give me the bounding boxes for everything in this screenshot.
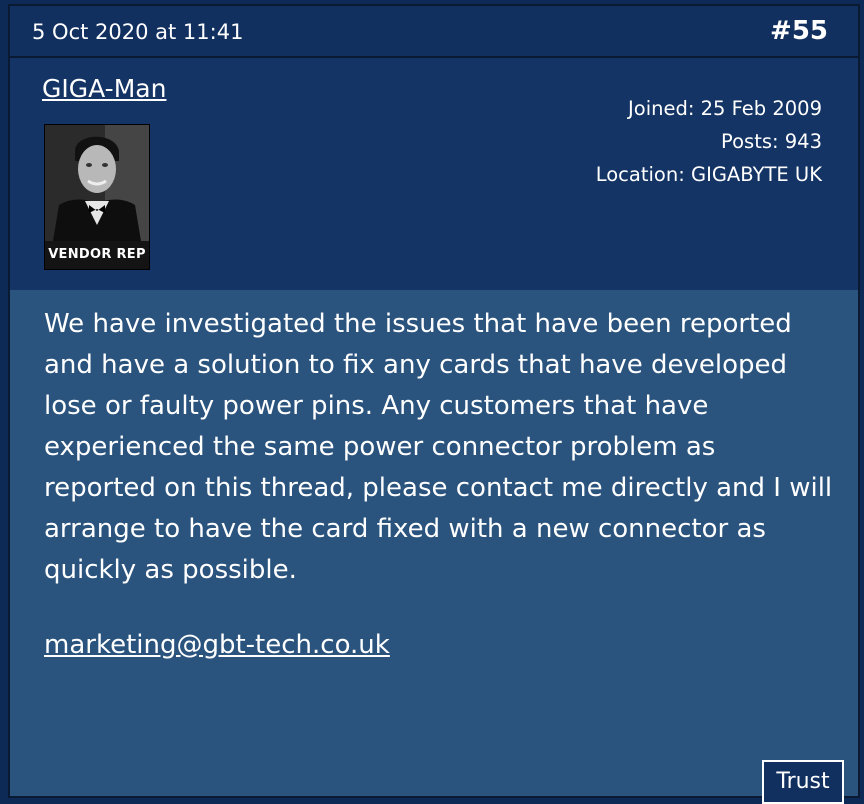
- author-joined: Joined: 25 Feb 2009: [628, 97, 822, 120]
- avatar-photo: [45, 125, 149, 241]
- vendor-rep-badge: VENDOR REP: [45, 241, 149, 269]
- post-date: 5 Oct 2020 at 11:41: [32, 20, 244, 44]
- post-message: We have investigated the issues that hav…: [44, 309, 833, 585]
- email-link[interactable]: marketing@gbt-tech.co.uk: [44, 630, 390, 660]
- author-avatar[interactable]: VENDOR REP: [44, 124, 150, 270]
- author-meta: Joined: 25 Feb 2009 Posts: 943 Location:…: [596, 92, 822, 191]
- forum-post: 5 Oct 2020 at 11:41 #55 GIGA-Man VENDOR …: [8, 4, 860, 804]
- trust-button[interactable]: Trust: [762, 760, 844, 804]
- post-body: We have investigated the issues that hav…: [10, 290, 858, 804]
- post-header: 5 Oct 2020 at 11:41 #55: [10, 6, 858, 58]
- author-block: GIGA-Man VENDOR REP Joined: 25 Feb 2009 …: [10, 58, 858, 290]
- post-permalink[interactable]: #55: [770, 16, 828, 46]
- author-posts: Posts: 943: [721, 130, 822, 153]
- author-location: Location: GIGABYTE UK: [595, 163, 822, 186]
- author-username-link[interactable]: GIGA-Man: [42, 74, 166, 103]
